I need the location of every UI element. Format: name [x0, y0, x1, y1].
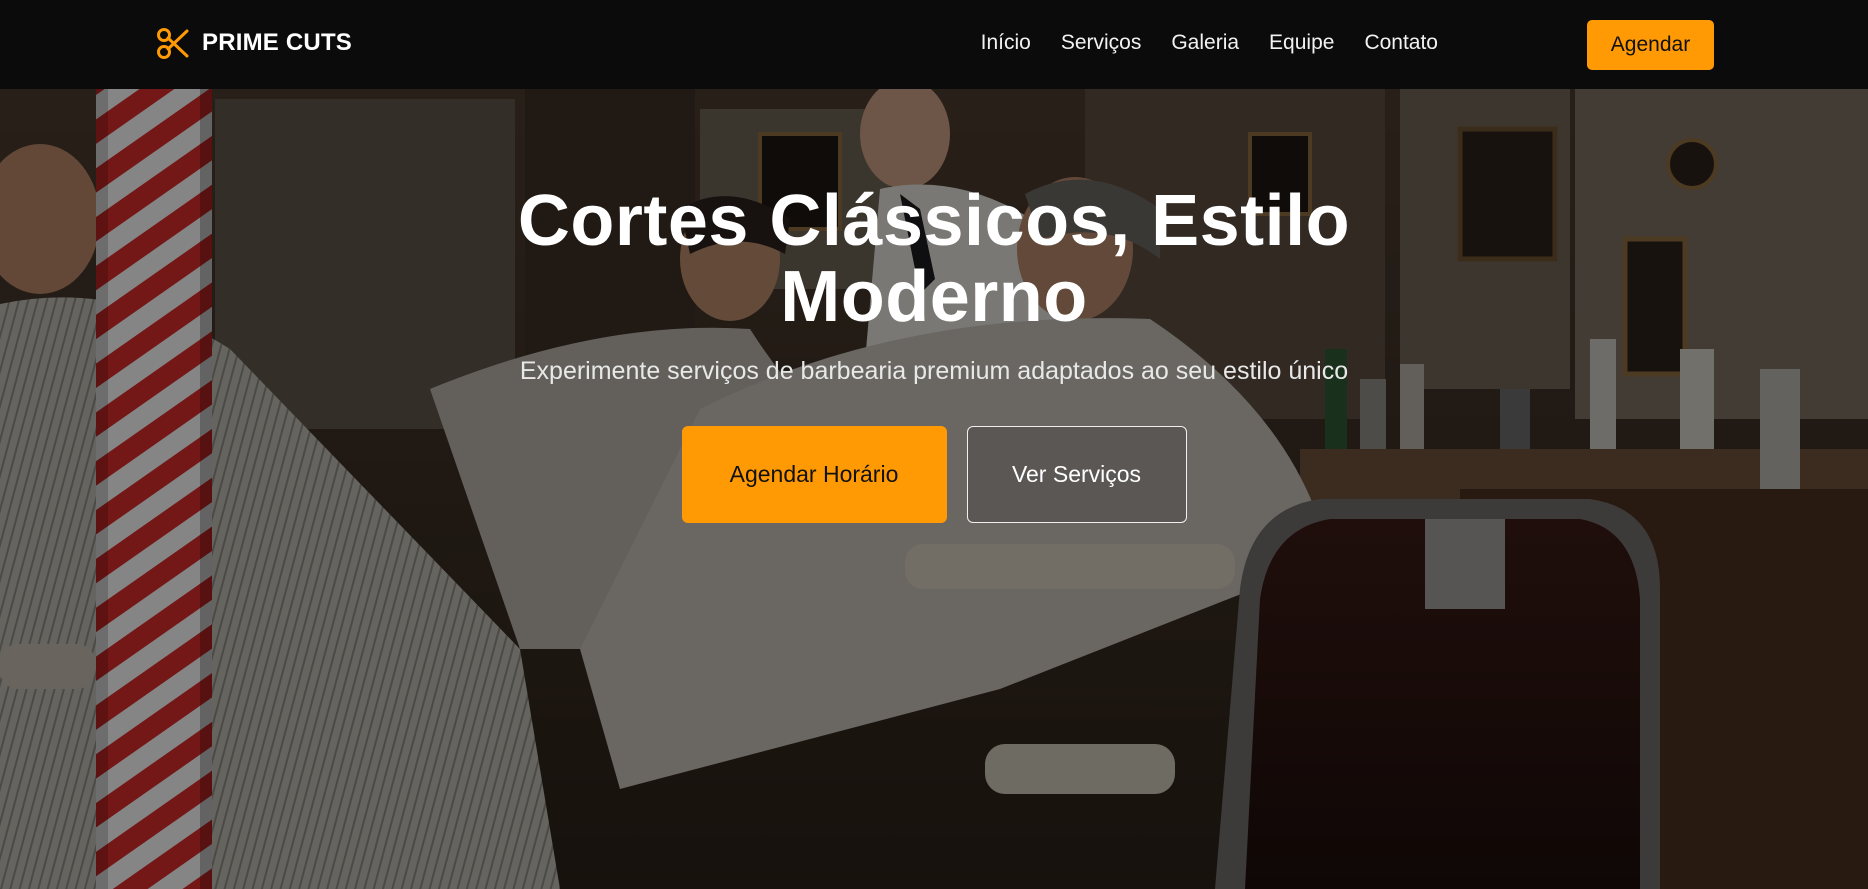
brand-name: PRIME CUTS — [202, 29, 353, 56]
hero-content: Cortes Clássicos, Estilo Moderno Experim… — [0, 183, 1868, 523]
landing-page: PRIME CUTS Início Serviços Galeria Equip… — [0, 0, 1868, 889]
nav-link-equipe[interactable]: Equipe — [1269, 31, 1334, 55]
scissors-icon — [156, 26, 190, 60]
nav-link-galeria[interactable]: Galeria — [1171, 31, 1239, 55]
view-services-button[interactable]: Ver Serviços — [966, 426, 1187, 523]
nav-link-servicos[interactable]: Serviços — [1061, 31, 1142, 55]
book-appointment-button[interactable]: Agendar Horário — [681, 426, 947, 523]
nav-link-inicio[interactable]: Início — [981, 31, 1031, 55]
book-now-button[interactable]: Agendar — [1587, 20, 1714, 70]
hero-buttons: Agendar Horário Ver Serviços — [0, 426, 1868, 523]
hero-title: Cortes Clássicos, Estilo Moderno — [517, 181, 1351, 337]
nav-links: Início Serviços Galeria Equipe Contato — [981, 31, 1438, 55]
top-navbar: PRIME CUTS Início Serviços Galeria Equip… — [0, 0, 1868, 89]
hero-subtitle: Experimente serviços de barbearia premiu… — [519, 357, 1349, 385]
nav-link-contato[interactable]: Contato — [1364, 31, 1438, 55]
brand-logo[interactable]: PRIME CUTS — [156, 26, 352, 60]
